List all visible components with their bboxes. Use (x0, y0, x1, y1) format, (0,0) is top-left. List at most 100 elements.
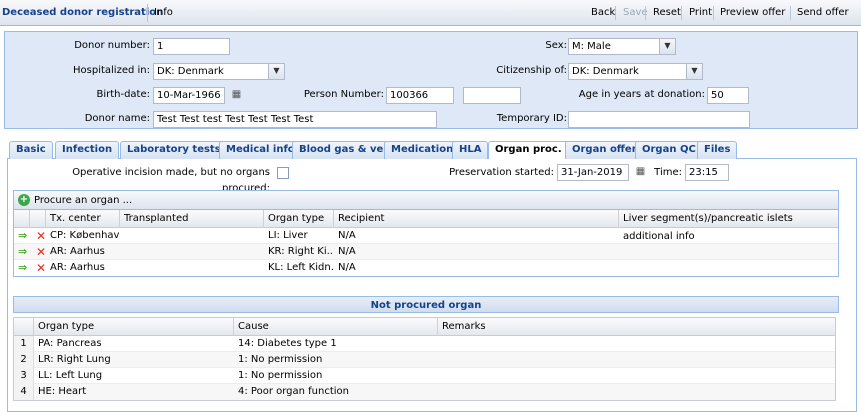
person-number-label: Person Number: (303, 89, 384, 100)
row-number: 1 (14, 336, 34, 352)
preservation-date-field[interactable]: 31-Jan-2019 (557, 164, 629, 181)
main-toolbar: Deceased donor registration Info Back Sa… (0, 0, 861, 26)
tab-hla[interactable]: HLA (452, 141, 489, 159)
cell-transplanted (120, 244, 264, 260)
green-arrow-icon[interactable]: ⇒ (14, 228, 30, 244)
chevron-down-icon[interactable]: ▼ (686, 63, 703, 80)
time-field[interactable]: 23:15 (685, 164, 729, 181)
col-np-remarks[interactable]: Remarks (438, 318, 837, 336)
red-x-icon[interactable]: ✕ (32, 228, 46, 244)
citizenship-select[interactable]: DK: Denmark (568, 63, 703, 80)
cell-remarks (438, 336, 837, 352)
toolbar-separator (790, 6, 791, 20)
print-button[interactable]: Print (685, 4, 716, 22)
chevron-down-icon[interactable]: ▼ (268, 63, 285, 80)
citizenship-label: Citizenship of: (496, 65, 567, 76)
green-arrow-icon[interactable]: ⇒ (14, 260, 30, 276)
hospitalized-in-select[interactable]: DK: Denmark (153, 63, 285, 80)
cell-organ-type: LL: Left Lung (38, 370, 103, 381)
calendar-icon[interactable]: ▦ (632, 164, 649, 181)
tab-organ-offer[interactable]: Organ offer (565, 141, 644, 159)
age-label: Age in years at donation: (578, 89, 705, 100)
cell-tx-center: AR: Aarhus (50, 246, 105, 257)
procure-organ-button[interactable]: Procure an organ ... (34, 193, 132, 208)
tab-organ-qc[interactable]: Organ QC (635, 141, 703, 159)
cell-organ-type: KR: Right Ki... (268, 246, 334, 257)
save-button[interactable]: Save (619, 4, 652, 22)
cell-organ-type: LI: Liver (268, 230, 308, 241)
cell-organ-type: KL: Left Kidn... (268, 262, 334, 273)
red-x-icon[interactable]: ✕ (32, 244, 46, 260)
col-tx-center[interactable]: Tx. center (46, 210, 120, 228)
tab-files[interactable]: Files (697, 141, 738, 159)
table-row[interactable]: ⇒ ✕ CP: København... LI: Liver N/A (14, 228, 838, 244)
row-number: 2 (14, 352, 34, 368)
time-label: Time: (654, 167, 682, 178)
person-number-field[interactable]: 100366 (386, 87, 454, 104)
donor-name-field[interactable]: Test Test test Test Test Test Test (153, 111, 437, 128)
table-row[interactable]: ⇒ ✕ AR: Aarhus KR: Right Ki... N/A (14, 244, 838, 260)
col-np-cause[interactable]: Cause (234, 318, 438, 336)
not-procured-grid-header: Organ type Cause Remarks (14, 318, 835, 336)
person-number-extra-field[interactable] (463, 87, 521, 104)
cell-tx-center: CP: København... (50, 230, 120, 241)
not-procured-grid: Organ type Cause Remarks 1 PA: Pancreas … (13, 317, 836, 401)
temporary-id-field[interactable] (568, 111, 750, 128)
tab-strip: Basic Infection Laboratory tests Medical… (7, 140, 857, 160)
sex-label: Sex: (545, 40, 567, 51)
donor-number-field[interactable]: 1 (153, 38, 230, 55)
table-row[interactable]: 2 LR: Right Lung 1: No permission (14, 352, 835, 368)
green-arrow-icon[interactable]: ⇒ (14, 244, 30, 260)
procured-grid-header: Tx. center Transplanted Organ type Recip… (14, 210, 840, 242)
calendar-icon[interactable]: ▦ (228, 87, 245, 104)
table-row[interactable]: 1 PA: Pancreas 14: Diabetes type 1 (14, 336, 835, 352)
incision-checkbox[interactable] (277, 167, 289, 179)
table-row[interactable]: 4 HE: Heart 4: Poor organ function (14, 384, 835, 400)
cell-liver-info (619, 244, 840, 260)
col-np-organ-type[interactable]: Organ type (34, 318, 234, 336)
cell-remarks (438, 384, 837, 400)
table-row[interactable]: ⇒ ✕ AR: Aarhus KL: Left Kidn... N/A (14, 260, 838, 276)
temporary-id-label: Temporary ID: (496, 113, 567, 124)
row-number: 4 (14, 384, 34, 400)
cell-cause: 1: No permission (238, 354, 323, 365)
col-liver-segment-info[interactable]: Liver segment(s)/pancreatic islets addit… (619, 210, 840, 242)
procured-organs-grid: + Procure an organ ... Tx. center Transp… (13, 190, 839, 277)
incision-label: Operative incision made, but no organs p… (72, 167, 270, 194)
tab-organ-proc[interactable]: Organ proc. (488, 141, 569, 160)
not-procured-title: Not procured organ (13, 296, 839, 313)
col-recipient[interactable]: Recipient (334, 210, 619, 228)
table-row[interactable]: 3 LL: Left Lung 1: No permission (14, 368, 835, 384)
grid-col-rownum (14, 318, 34, 336)
col-organ-type[interactable]: Organ type (264, 210, 334, 228)
birth-date-label: Birth-date: (96, 89, 150, 100)
donor-number-label: Donor number: (74, 40, 150, 51)
send-offer-button[interactable]: Send offer (793, 4, 853, 22)
tab-laboratory-tests[interactable]: Laboratory tests (120, 141, 228, 159)
tab-basic[interactable]: Basic (9, 141, 53, 159)
age-field[interactable]: 50 (707, 87, 749, 104)
cell-recipient: N/A (338, 230, 356, 241)
red-x-icon[interactable]: ✕ (32, 260, 46, 276)
add-circle-icon[interactable]: + (18, 194, 30, 206)
cell-cause: 4: Poor organ function (238, 386, 350, 397)
reset-button[interactable]: Reset (649, 4, 685, 22)
birth-date-field[interactable]: 10-Mar-1966 (153, 87, 225, 104)
cell-remarks (438, 368, 837, 384)
tab-infection[interactable]: Infection (55, 141, 120, 159)
preview-offer-button[interactable]: Preview offer (716, 4, 789, 22)
grid-col-delete (30, 210, 46, 228)
cell-organ-type: HE: Heart (38, 386, 87, 397)
cell-cause: 1: No permission (238, 370, 323, 381)
col-transplanted[interactable]: Transplanted (120, 210, 264, 228)
cell-recipient: N/A (338, 262, 356, 273)
cell-cause: 14: Diabetes type 1 (238, 338, 337, 349)
tab-medication[interactable]: Medication (384, 141, 461, 159)
cell-transplanted (120, 260, 264, 276)
chevron-down-icon[interactable]: ▼ (659, 38, 676, 55)
tab-medical-info[interactable]: Medical info (219, 141, 302, 159)
cell-organ-type: PA: Pancreas (38, 338, 102, 349)
info-button[interactable]: Info (147, 4, 177, 22)
row-number: 3 (14, 368, 34, 384)
cell-organ-type: LR: Right Lung (38, 354, 111, 365)
